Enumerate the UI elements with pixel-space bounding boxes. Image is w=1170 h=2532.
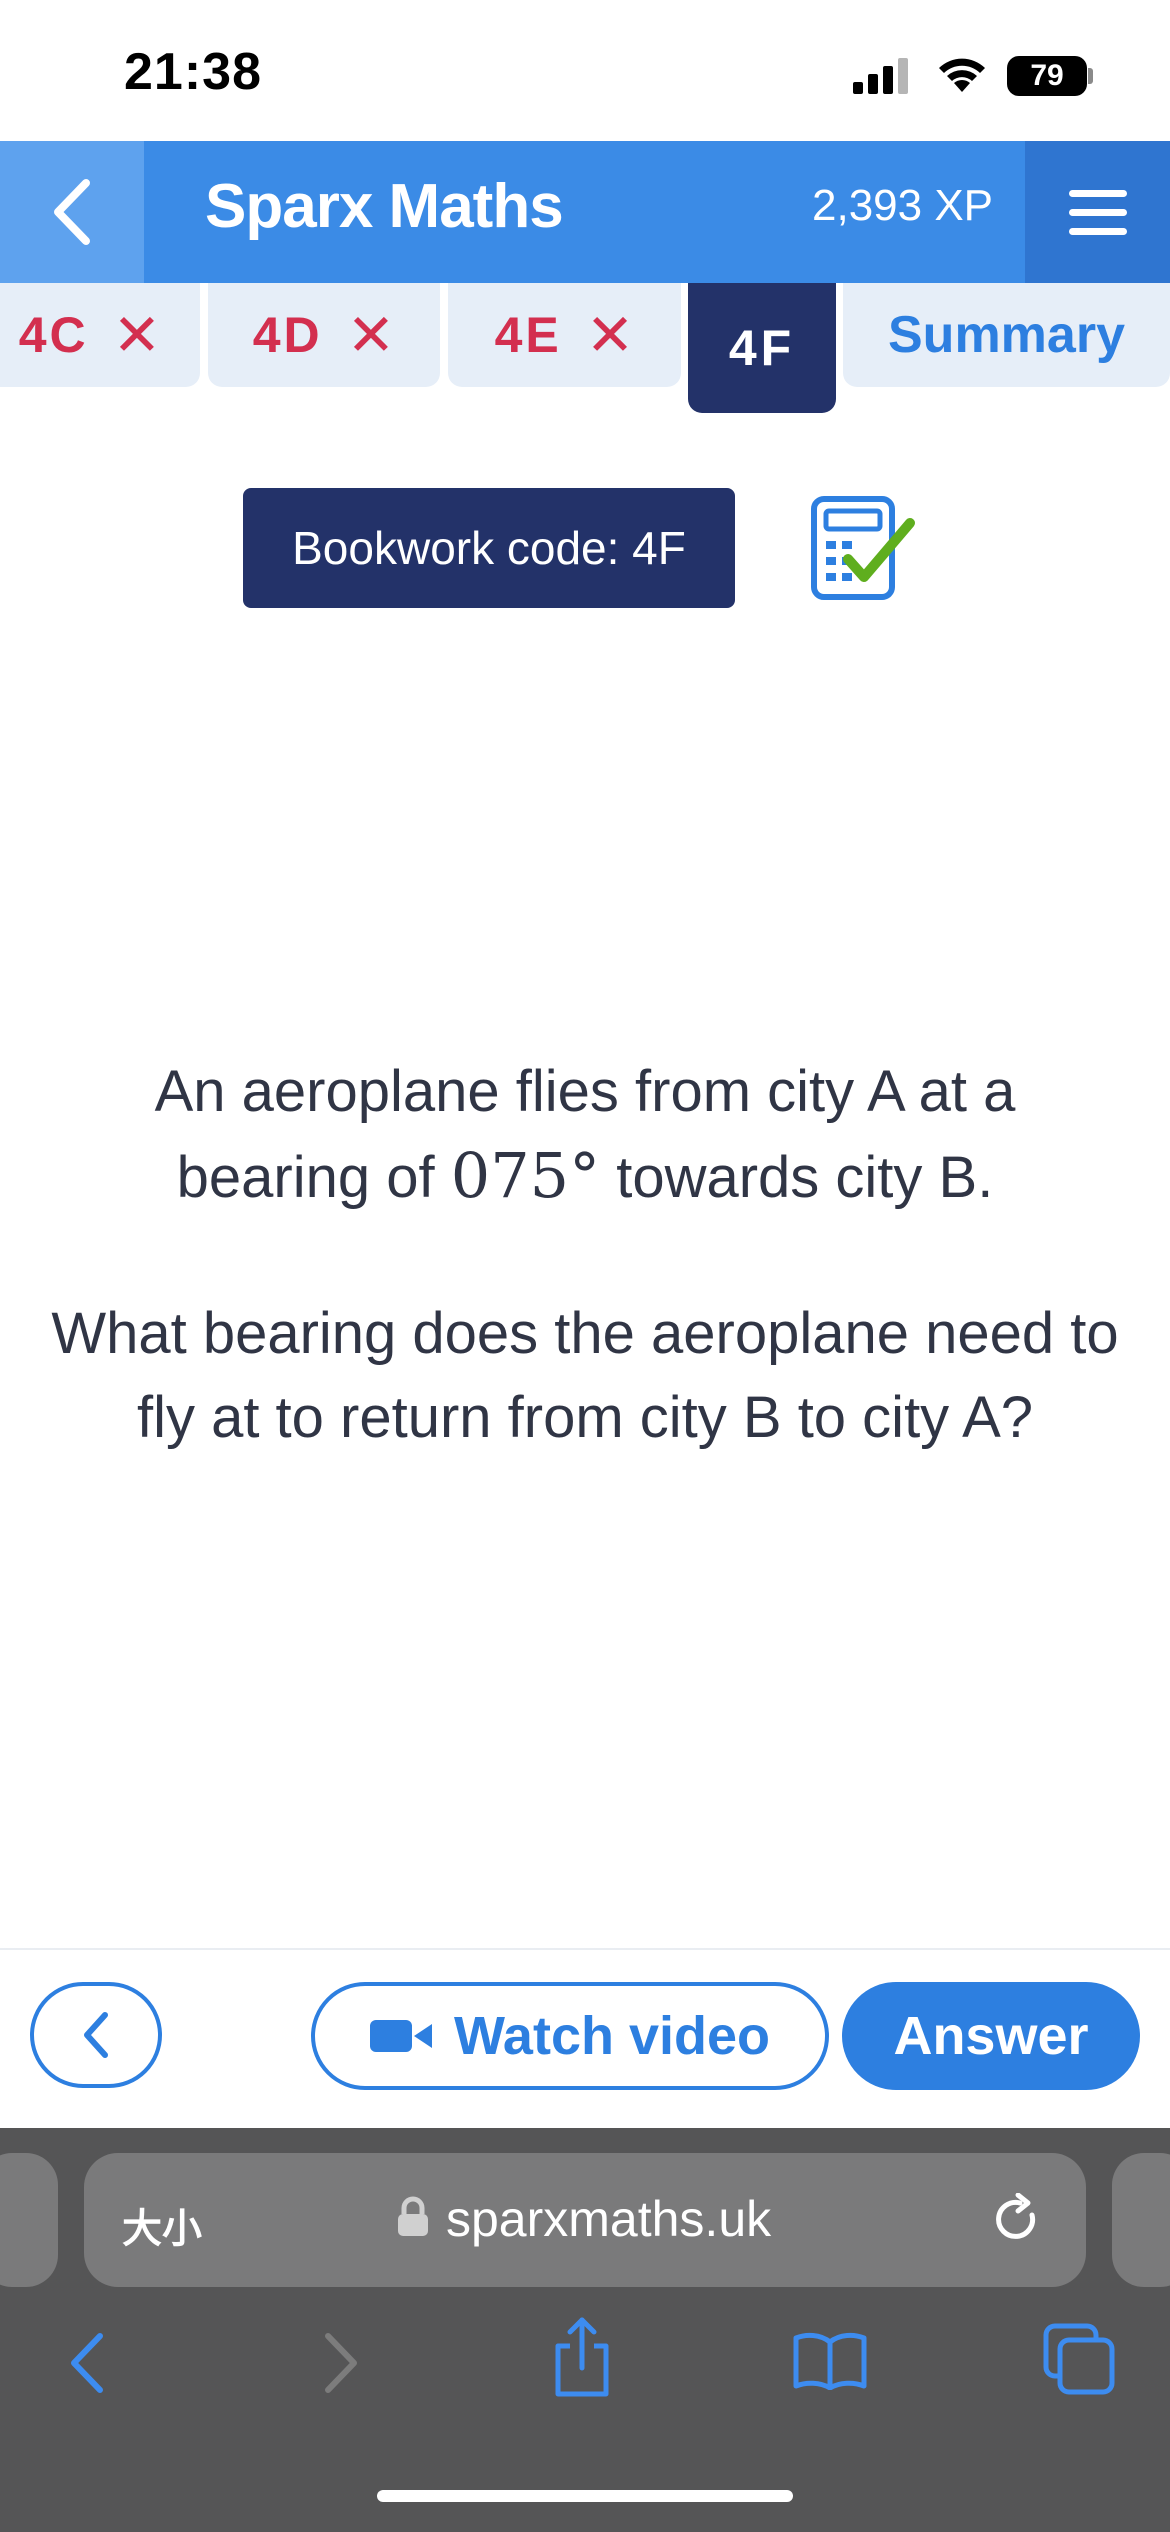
- question-line-1: An aeroplane flies from city A at a: [154, 1059, 1016, 1124]
- bearing-value: 075°: [450, 1139, 601, 1212]
- action-bar-divider: [0, 1948, 1170, 1950]
- question-part-2: What bearing does the aeroplane need to …: [51, 1301, 1119, 1450]
- calculator-allowed-icon: [811, 496, 915, 600]
- url-text: sparxmaths.uk: [446, 2191, 772, 2247]
- cellular-signal-icon: [853, 58, 908, 94]
- status-time: 21:38: [124, 43, 262, 101]
- xp-counter: 2,393 XP: [812, 181, 994, 230]
- battery-tip: [1088, 68, 1093, 84]
- text-size-button[interactable]: 大小: [122, 2196, 202, 2254]
- question-line-2: bearing of 075° towards city B.: [176, 1139, 994, 1212]
- watch-video-label: Watch video: [453, 2006, 771, 2066]
- tab-label: 4F: [728, 320, 796, 376]
- incorrect-icon: ✕: [346, 303, 396, 368]
- chevron-left-icon: [54, 179, 90, 245]
- tab-label: Summary: [888, 306, 1125, 364]
- reload-icon[interactable]: [990, 2193, 1044, 2247]
- bookmarks-icon[interactable]: [792, 2330, 868, 2390]
- menu-button[interactable]: [1025, 141, 1170, 283]
- question-text: An aeroplane flies from city A at a bear…: [40, 1050, 1130, 1460]
- hamburger-icon: [1068, 189, 1127, 197]
- tab-label: 4E: [494, 307, 562, 363]
- tab-4f[interactable]: 4F: [688, 283, 836, 413]
- home-indicator[interactable]: [377, 2490, 793, 2502]
- incorrect-icon: ✕: [585, 303, 635, 368]
- back-button[interactable]: [0, 141, 144, 283]
- next-tab-preview[interactable]: [1112, 2153, 1170, 2287]
- lock-icon: [398, 2196, 428, 2236]
- browser-forward-icon: [325, 2333, 357, 2393]
- tabs-icon[interactable]: [1042, 2322, 1116, 2396]
- tab-label: 4D: [252, 307, 323, 363]
- tab-4d[interactable]: 4D ✕: [208, 283, 440, 387]
- battery-indicator: 79: [1007, 56, 1087, 96]
- tab-4c[interactable]: 4C ✕: [0, 283, 200, 387]
- watch-video-button[interactable]: Watch video: [311, 1982, 829, 2090]
- previous-tab-preview[interactable]: [0, 2153, 58, 2287]
- app-header: [0, 141, 1170, 283]
- bookwork-code: Bookwork code: 4F: [243, 488, 735, 608]
- wifi-icon: [939, 58, 985, 92]
- video-camera-icon: [369, 2020, 432, 2052]
- tab-label: 4C: [18, 307, 89, 363]
- answer-button[interactable]: Answer: [842, 1982, 1140, 2090]
- app-title: Sparx Maths: [205, 172, 564, 241]
- tab-summary[interactable]: Summary: [843, 283, 1170, 387]
- previous-button[interactable]: [30, 1982, 162, 2088]
- chevron-left-icon: [84, 2012, 108, 2058]
- incorrect-icon: ✕: [112, 303, 162, 368]
- share-icon[interactable]: [550, 2316, 614, 2400]
- browser-back-icon[interactable]: [62, 2328, 112, 2398]
- tab-4e[interactable]: 4E ✕: [448, 283, 681, 387]
